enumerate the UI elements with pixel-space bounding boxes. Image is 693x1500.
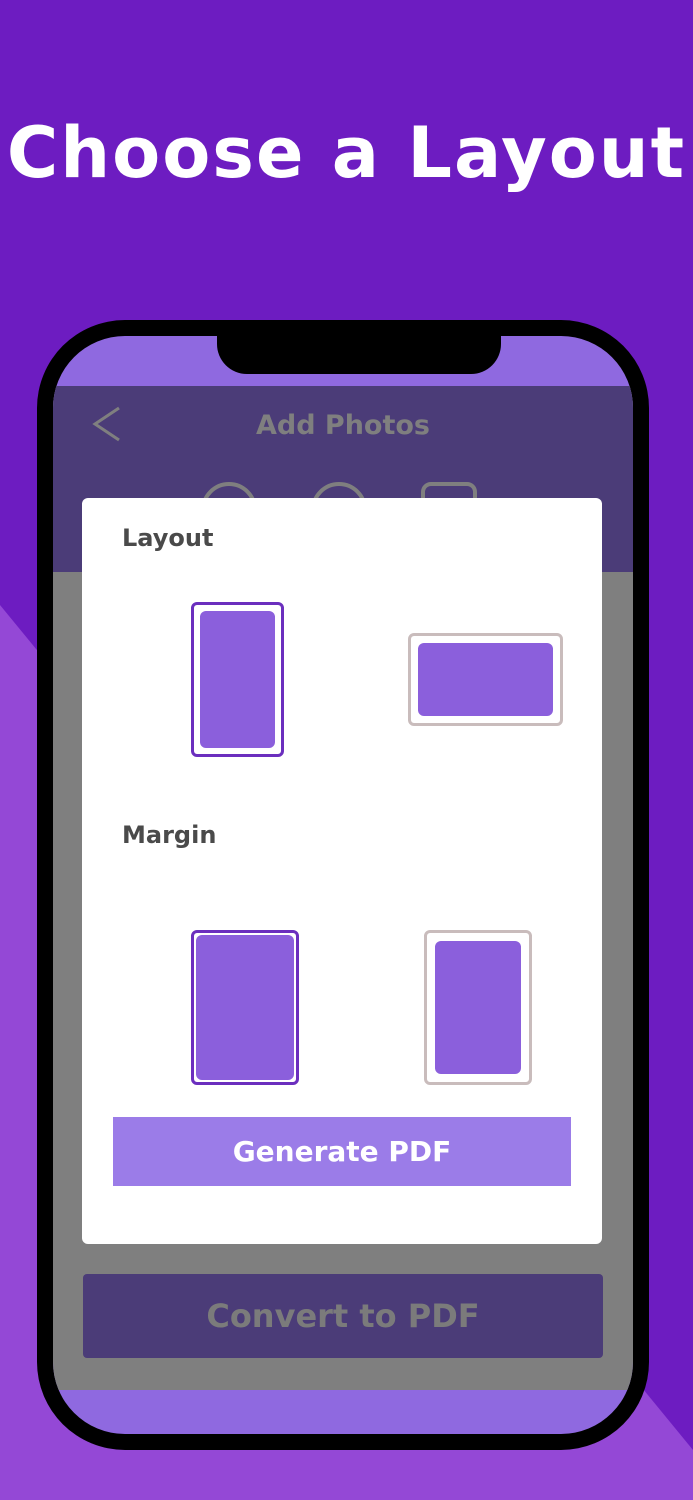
- layout-option-portrait[interactable]: [191, 602, 284, 757]
- layout-section-label: Layout: [122, 524, 214, 552]
- convert-to-pdf-button[interactable]: Convert to PDF: [83, 1274, 603, 1358]
- app-title: Add Photos: [255, 410, 431, 441]
- portrait-preview: [200, 611, 275, 748]
- margin-option-with-margin[interactable]: [424, 930, 532, 1085]
- with-margin-preview: [435, 941, 521, 1074]
- layout-modal: Layout Margin Generate PDF: [82, 498, 602, 1244]
- phone-notch: [217, 336, 501, 374]
- margin-option-none[interactable]: [191, 930, 299, 1085]
- margin-section-label: Margin: [122, 821, 217, 849]
- landscape-preview: [418, 643, 553, 716]
- promo-headline: Choose a Layout: [6, 112, 687, 194]
- layout-option-landscape[interactable]: [408, 633, 563, 726]
- no-margin-preview: [196, 935, 294, 1080]
- generate-pdf-button[interactable]: Generate PDF: [113, 1117, 571, 1186]
